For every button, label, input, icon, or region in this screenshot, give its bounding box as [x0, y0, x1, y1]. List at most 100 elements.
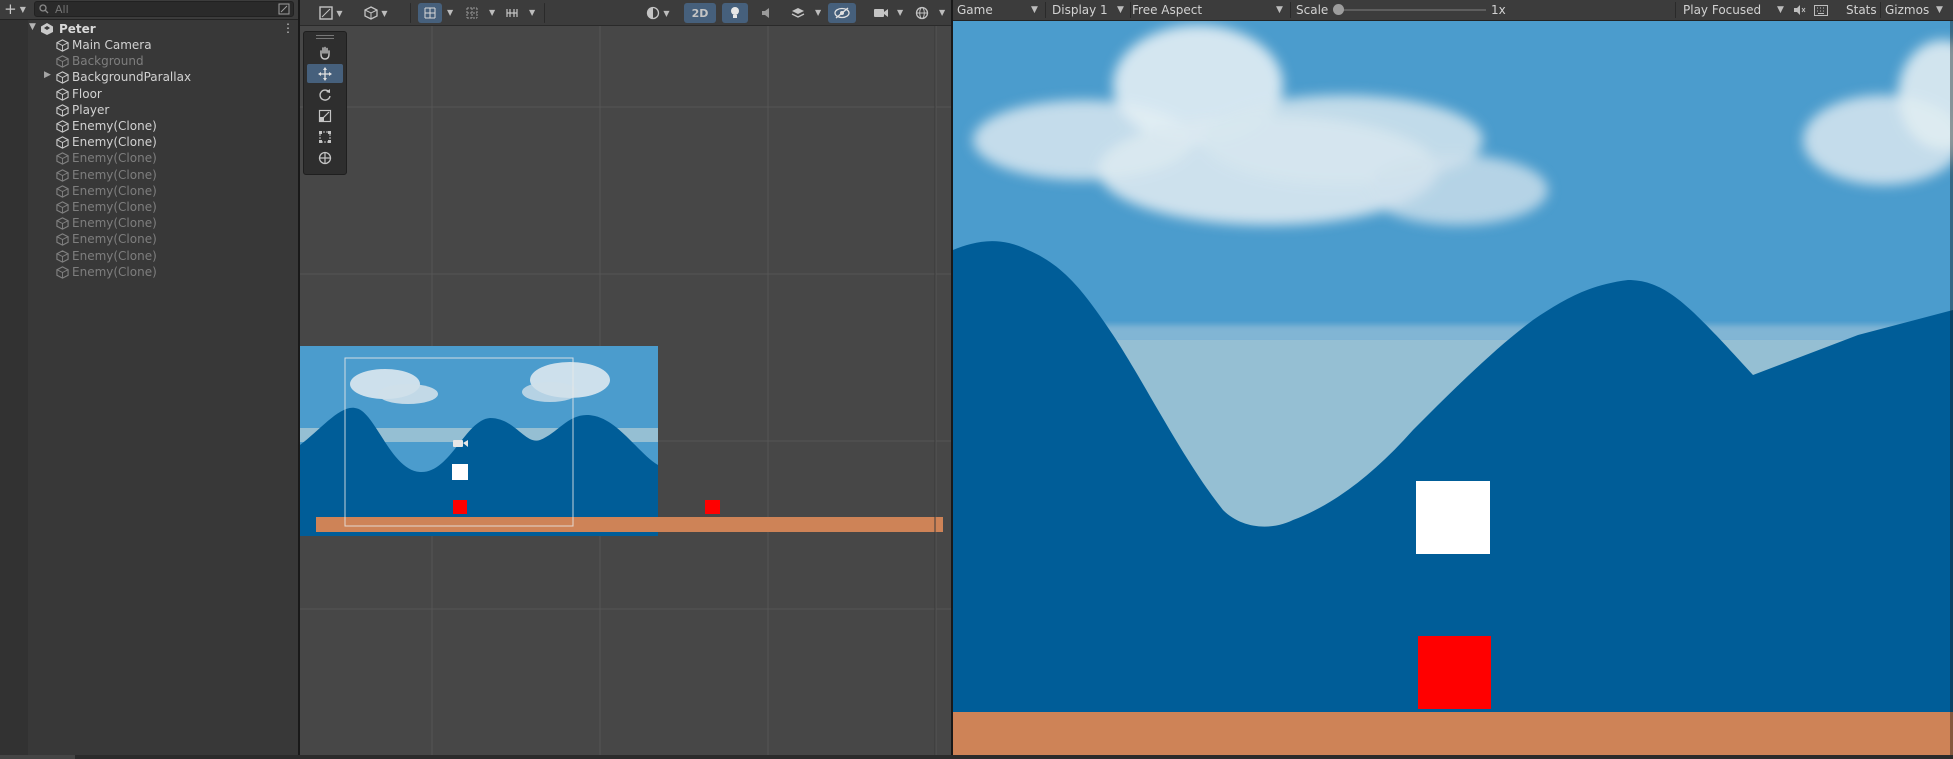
- gameobject-cube-icon: [56, 233, 69, 247]
- scene-background-sprite: [300, 346, 658, 536]
- scale-icon: [318, 109, 332, 122]
- move-tool-button[interactable]: [307, 64, 343, 83]
- hierarchy-item[interactable]: Enemy(Clone): [0, 134, 298, 150]
- move-arrows-icon: [318, 66, 332, 81]
- scene-player-sprite: [452, 464, 468, 480]
- toolbar-separator: [1675, 2, 1676, 18]
- scene-canvas[interactable]: [300, 0, 951, 755]
- chevron-down-icon[interactable]: ▼: [897, 8, 903, 17]
- 2d-mode-toggle[interactable]: 2D: [684, 3, 716, 23]
- scene-visibility-toggle[interactable]: [828, 3, 856, 23]
- hierarchy-scene-row[interactable]: ▼ Peter ⋮: [0, 21, 298, 37]
- gameobject-cube-icon: [56, 87, 69, 101]
- lighting-toggle[interactable]: [722, 3, 748, 23]
- chevron-down-icon[interactable]: ▼: [939, 8, 945, 17]
- chevron-down-icon[interactable]: ▼: [1777, 0, 1784, 20]
- hierarchy-item[interactable]: Main Camera: [0, 37, 298, 53]
- draw-mode-button[interactable]: ▼: [316, 3, 346, 23]
- audio-toggle[interactable]: [756, 3, 778, 23]
- hierarchy-item-label: Main Camera: [72, 38, 152, 52]
- scale-slider-thumb[interactable]: [1333, 4, 1344, 15]
- status-tab: [0, 755, 75, 759]
- chevron-down-icon[interactable]: ▼: [1936, 0, 1943, 20]
- chevron-down-icon[interactable]: ▼: [489, 8, 495, 17]
- hierarchy-item-label: Enemy(Clone): [72, 232, 157, 247]
- hierarchy-item[interactable]: Enemy(Clone): [0, 183, 298, 199]
- hierarchy-search-field[interactable]: [34, 1, 294, 17]
- gameobject-cube-icon: [56, 168, 69, 182]
- increment-snap-button[interactable]: [500, 3, 524, 23]
- mute-audio-button[interactable]: [1790, 2, 1808, 18]
- unity-scene-icon: [41, 23, 53, 35]
- chevron-down-icon[interactable]: ▼: [1031, 0, 1038, 20]
- display-dropdown[interactable]: Display 1: [1052, 0, 1108, 20]
- speaker-mute-icon: [1793, 5, 1805, 15]
- hierarchy-item[interactable]: Enemy(Clone): [0, 167, 298, 183]
- toolbar-separator: [1045, 2, 1046, 18]
- gameobject-cube-icon: [56, 217, 69, 230]
- hierarchy-item[interactable]: Enemy(Clone): [0, 118, 298, 134]
- rect-tool-button[interactable]: [307, 127, 343, 146]
- hierarchy-item-label: Enemy(Clone): [72, 119, 157, 133]
- drag-handle[interactable]: [316, 35, 334, 39]
- rotate-tool-button[interactable]: [307, 85, 343, 104]
- hierarchy-item[interactable]: ▶ BackgroundParallax: [0, 69, 298, 85]
- hierarchy-item-label: Enemy(Clone): [72, 200, 157, 214]
- expand-arrow-icon[interactable]: ▼: [29, 22, 36, 32]
- game-canvas[interactable]: [953, 0, 1953, 755]
- chevron-down-icon[interactable]: ▼: [447, 8, 453, 17]
- shortcuts-button[interactable]: [1812, 2, 1830, 18]
- shading-mode-button[interactable]: ▼: [640, 3, 676, 23]
- transform-tool-button[interactable]: [307, 148, 343, 167]
- scale-tool-button[interactable]: [307, 106, 343, 125]
- scene-menu-icon[interactable]: ⋮: [282, 21, 294, 35]
- hierarchy-item[interactable]: Enemy(Clone): [0, 248, 298, 264]
- hierarchy-item[interactable]: Enemy(Clone): [0, 215, 298, 231]
- scale-slider-track[interactable]: [1338, 9, 1486, 11]
- hierarchy-item[interactable]: Background: [0, 53, 298, 69]
- game-player: [1416, 481, 1490, 554]
- hierarchy-item[interactable]: Enemy(Clone): [0, 150, 298, 166]
- hierarchy-item[interactable]: Enemy(Clone): [0, 264, 298, 280]
- chevron-down-icon[interactable]: ▼: [1276, 0, 1283, 20]
- plus-icon: +: [4, 0, 17, 18]
- toolbar-separator: [1290, 2, 1291, 18]
- grid-visibility-button[interactable]: [460, 3, 484, 23]
- aspect-dropdown[interactable]: Free Aspect: [1132, 0, 1202, 20]
- chevron-down-icon[interactable]: ▼: [1117, 0, 1124, 20]
- hierarchy-item[interactable]: Player: [0, 102, 298, 118]
- chevron-down-icon[interactable]: ▼: [815, 8, 821, 17]
- transform-icon: [318, 151, 332, 164]
- gameobject-cube-icon: [56, 136, 69, 149]
- gizmos-dropdown[interactable]: Gizmos: [1885, 0, 1929, 20]
- toolbar-separator: [1880, 2, 1881, 18]
- scene-view[interactable]: [300, 0, 951, 755]
- game-view[interactable]: [953, 0, 1953, 755]
- chevron-down-icon[interactable]: ▼: [529, 8, 535, 17]
- gameobject-cube-icon: [56, 201, 69, 214]
- rect-transform-icon: [319, 130, 331, 143]
- hierarchy-item[interactable]: Enemy(Clone): [0, 231, 298, 247]
- stats-button[interactable]: Stats: [1846, 0, 1877, 20]
- expand-arrow-icon[interactable]: ▶: [44, 70, 51, 80]
- game-view-dropdown[interactable]: Game: [957, 0, 993, 20]
- hierarchy-item-label: Enemy(Clone): [72, 167, 157, 182]
- effects-toggle[interactable]: [786, 3, 810, 23]
- game-enemy: [1418, 636, 1491, 709]
- play-mode-dropdown[interactable]: Play Focused: [1683, 0, 1761, 20]
- scene-camera-button[interactable]: [870, 3, 892, 23]
- hand-tool-button[interactable]: [307, 43, 343, 62]
- hierarchy-item[interactable]: Floor: [0, 86, 298, 102]
- hierarchy-item[interactable]: Enemy(Clone): [0, 199, 298, 215]
- filter-icon[interactable]: [278, 3, 290, 15]
- hierarchy-item-label: Enemy(Clone): [72, 151, 157, 166]
- game-toolbar: Game ▼ Display 1 ▼ Free Aspect ▼ Scale 1…: [953, 0, 1953, 21]
- grid-snap-button[interactable]: [418, 3, 442, 23]
- gizmos-button[interactable]: [912, 3, 932, 23]
- create-button[interactable]: + ▼: [2, 1, 28, 18]
- render-mode-button[interactable]: ▼: [358, 3, 394, 23]
- chevron-down-icon: ▼: [19, 5, 26, 14]
- toolbar-separator: [544, 3, 545, 23]
- gameobject-cube-icon: [56, 152, 69, 166]
- search-input[interactable]: [53, 1, 277, 17]
